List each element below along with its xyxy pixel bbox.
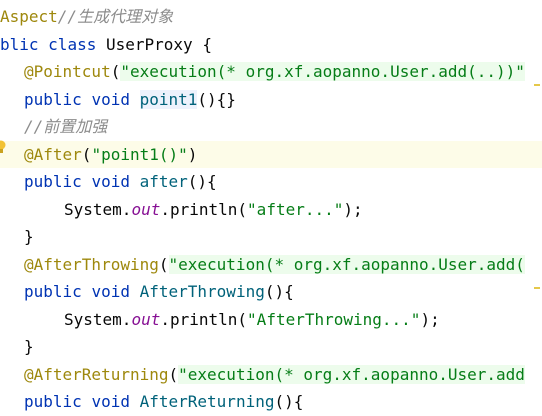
field-ref: out bbox=[131, 199, 161, 219]
keyword: public bbox=[24, 172, 82, 191]
annotation: @AfterReturning bbox=[24, 364, 169, 384]
code-line-13: } bbox=[0, 333, 542, 361]
code-line-14: @AfterReturning("execution(* org.xf.aopa… bbox=[0, 361, 542, 389]
code-editor[interactable]: Aspect//生成代理对象 blic class UserProxy { @P… bbox=[0, 0, 542, 411]
keyword: void bbox=[91, 89, 130, 109]
code-line-12: System.out.println("AfterThrowing..."); bbox=[0, 306, 542, 334]
code-line-9: } bbox=[0, 223, 542, 251]
code-line-2: blic class UserProxy { bbox=[0, 31, 542, 59]
annotation: @Pointcut bbox=[24, 62, 111, 81]
warning-marker[interactable] bbox=[534, 84, 540, 86]
code-line-5: //前置加强 bbox=[0, 113, 542, 141]
code-line-1: Aspect//生成代理对象 bbox=[0, 3, 542, 31]
code-line-8: System.out.println("after..."); bbox=[0, 196, 542, 224]
code-line-10: @AfterThrowing("execution(* org.xf.aopan… bbox=[0, 251, 542, 279]
field-ref: out bbox=[131, 309, 161, 329]
keyword: public bbox=[24, 282, 82, 301]
warning-marker[interactable] bbox=[534, 287, 540, 289]
code-line-11: public void AfterThrowing(){ bbox=[0, 278, 542, 306]
comment: //生成代理对象 bbox=[57, 7, 174, 26]
string-literal: "execution(* org.xf.aopanno.User.add bbox=[178, 364, 525, 384]
lightbulb-icon[interactable] bbox=[0, 140, 6, 154]
paren: ( bbox=[81, 144, 92, 164]
paren: ) bbox=[187, 144, 198, 164]
string-literal: "after..." bbox=[247, 199, 344, 219]
paren: ( bbox=[158, 254, 169, 274]
annotation: @After bbox=[24, 144, 82, 164]
class-name: UserProxy { bbox=[105, 34, 212, 54]
method-name[interactable]: AfterReturning bbox=[140, 392, 275, 411]
keyword: public bbox=[24, 392, 82, 411]
code-line-6: @After("point1()") bbox=[0, 140, 542, 168]
string-literal: "execution(* org.xf.aopanno.User.add(..)… bbox=[120, 62, 525, 81]
keyword: void bbox=[91, 392, 130, 411]
annotation: @AfterThrowing bbox=[24, 254, 159, 274]
punctuation: (){ bbox=[187, 172, 217, 191]
brace: } bbox=[24, 227, 34, 246]
string-literal: "AfterThrowing..." bbox=[247, 309, 421, 329]
code-line-4: public void point1(){} bbox=[0, 86, 542, 114]
keyword: void bbox=[91, 172, 130, 191]
string-literal: "execution(* org.xf.aopanno.User.add( bbox=[168, 254, 525, 274]
keyword: public bbox=[24, 89, 82, 109]
annotation-cut: Aspect bbox=[0, 7, 58, 26]
method-call: .println( bbox=[160, 309, 248, 329]
punctuation: (){} bbox=[197, 89, 236, 109]
keyword: blic bbox=[0, 34, 39, 54]
method-call: .println( bbox=[160, 199, 248, 219]
punctuation: ); bbox=[343, 199, 363, 219]
paren: ( bbox=[168, 364, 179, 384]
punctuation: (){ bbox=[274, 392, 304, 411]
code-line-3: @Pointcut("execution(* org.xf.aopanno.Us… bbox=[0, 58, 542, 86]
paren: ( bbox=[110, 62, 121, 81]
brace: } bbox=[24, 337, 34, 356]
method-name[interactable]: after bbox=[140, 172, 188, 191]
keyword: class bbox=[48, 34, 97, 54]
punctuation: ); bbox=[420, 309, 440, 329]
class-ref: System. bbox=[64, 199, 132, 219]
code-line-7: public void after(){ bbox=[0, 168, 542, 196]
class-ref: System. bbox=[64, 309, 132, 329]
code-line-15: public void AfterReturning(){ bbox=[0, 388, 542, 416]
comment: //前置加强 bbox=[24, 117, 108, 136]
keyword: void bbox=[91, 282, 130, 301]
method-name[interactable]: point1 bbox=[139, 89, 198, 109]
method-name[interactable]: AfterThrowing bbox=[140, 282, 265, 301]
punctuation: (){ bbox=[264, 282, 294, 301]
string-literal: "point1()" bbox=[91, 144, 188, 164]
